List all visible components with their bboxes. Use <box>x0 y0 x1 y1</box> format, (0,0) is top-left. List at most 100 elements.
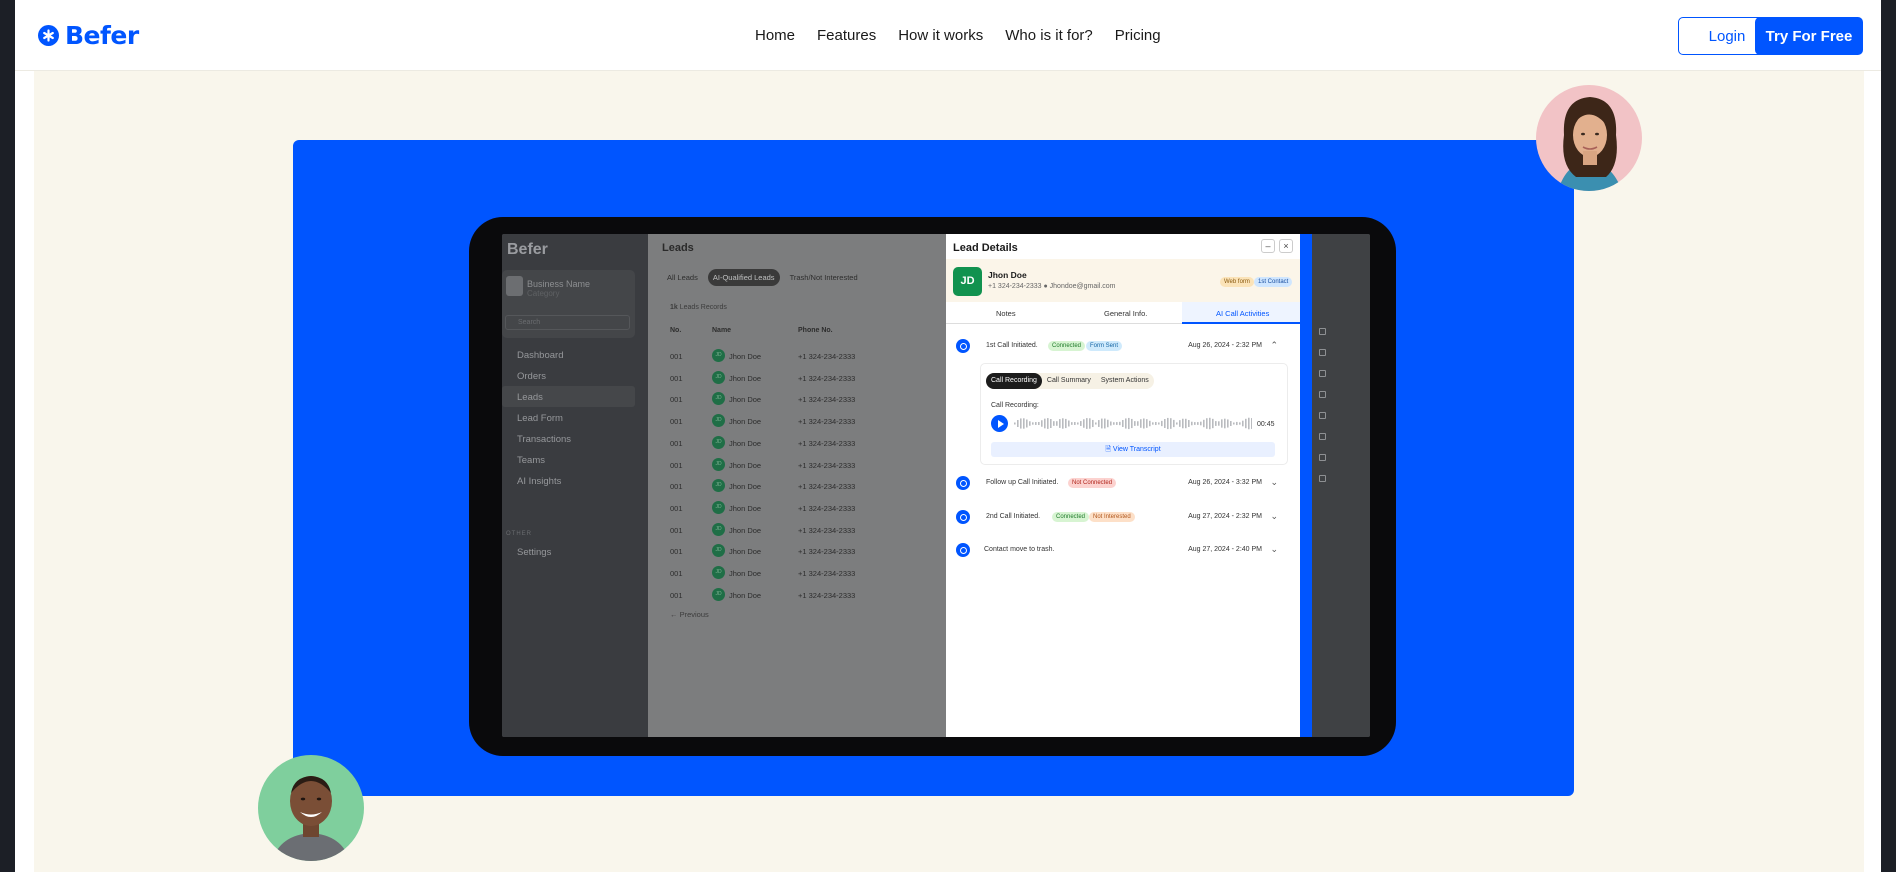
nav-who-is-it-for[interactable]: Who is it for? <box>1005 27 1093 44</box>
waveform-bar <box>1104 418 1106 429</box>
rail-icon[interactable] <box>1319 433 1326 440</box>
nav-features[interactable]: Features <box>817 27 876 44</box>
view-transcript-button[interactable]: 🗎 View Transcript <box>991 442 1275 457</box>
table-row[interactable]: 001 JD Jhon Doe +1 324-234-2333 <box>670 566 950 585</box>
rail-icon[interactable] <box>1319 349 1326 356</box>
table-row[interactable]: 001 JD Jhon Doe +1 324-234-2333 <box>670 435 950 455</box>
row-number: 001 <box>670 395 683 405</box>
row-number: 001 <box>670 417 683 427</box>
waveform-bar <box>1152 422 1154 425</box>
waveform-bar <box>1218 421 1220 426</box>
audio-waveform[interactable] <box>1014 416 1252 431</box>
call-duration: 00:45 <box>1257 421 1275 428</box>
tab-ai-qualified-leads[interactable]: AI-Qualified Leads <box>707 269 780 286</box>
waveform-bar <box>1116 422 1118 425</box>
rail-icon[interactable] <box>1319 454 1326 461</box>
waveform-bar <box>1083 419 1085 428</box>
waveform-bar <box>1041 420 1043 427</box>
leads-count-value: 1k <box>670 304 678 311</box>
table-row[interactable]: 001 JD Jhon Doe +1 324-234-2333 <box>670 392 950 411</box>
table-row[interactable]: 001 JD Jhon Doe +1 324-234-2333 <box>670 522 950 542</box>
waveform-bar <box>1170 418 1172 429</box>
table-row[interactable]: 001 JD Jhon Doe +1 324-234-2333 <box>670 414 950 433</box>
waveform-bar <box>1158 422 1160 425</box>
sidebar-search[interactable]: Search <box>505 315 630 330</box>
row-phone: +1 324-234-2333 <box>798 417 856 427</box>
sidebar-item-teams[interactable]: Teams <box>502 449 635 470</box>
activity-first-call[interactable]: 1st Call Initiated. Connected Form Sent … <box>956 335 1290 359</box>
waveform-bar <box>1062 418 1064 429</box>
table-row[interactable]: 001 JD Jhon Doe +1 324-234-2333 <box>670 479 950 498</box>
waveform-bar <box>1065 418 1067 429</box>
table-row[interactable]: 001 JD Jhon Doe +1 324-234-2333 <box>670 349 950 368</box>
leads-tabs: All Leads AI-Qualified Leads Trash/Not I… <box>662 269 863 286</box>
tab-ai-call-activities[interactable]: AI Call Activities <box>1216 309 1269 318</box>
table-row[interactable]: 001 JD Jhon Doe +1 324-234-2333 <box>670 370 950 390</box>
previous-label: Previous <box>679 610 709 619</box>
activity-title: Contact move to trash. <box>984 546 1055 553</box>
activity-date: Aug 27, 2024 - 2:32 PM <box>1188 513 1262 520</box>
sidebar-item-lead-form[interactable]: Lead Form <box>502 407 635 428</box>
table-row[interactable]: 001 JD Jhon Doe +1 324-234-2333 <box>670 544 950 563</box>
tab-all-leads[interactable]: All Leads <box>662 269 703 286</box>
close-icon[interactable]: × <box>1279 239 1293 253</box>
row-name: Jhon Doe <box>729 503 762 513</box>
sidebar-item-settings[interactable]: Settings <box>502 541 635 562</box>
rail-icon[interactable] <box>1319 412 1326 419</box>
activity-date: Aug 26, 2024 - 3:32 PM <box>1188 479 1262 486</box>
leads-count: 1k Leads Records <box>670 304 727 311</box>
tab-call-summary[interactable]: Call Summary <box>1042 373 1096 389</box>
waveform-bar <box>1080 421 1082 426</box>
waveform-bar <box>1146 419 1148 428</box>
lead-contact: +1 324-234-2333 ● Jhondoe@gmail.com <box>988 283 1116 290</box>
tab-call-recording[interactable]: Call Recording <box>986 373 1042 389</box>
rail-icon[interactable] <box>1319 475 1326 482</box>
tab-trash[interactable]: Trash/Not Interested <box>785 269 863 286</box>
badge-connected: Connected <box>1052 512 1090 522</box>
row-number: 001 <box>670 569 683 578</box>
activity-move-to-trash[interactable]: Contact move to trash. Aug 27, 2024 - 2:… <box>956 539 1290 563</box>
row-number: 001 <box>670 352 683 361</box>
previous-button[interactable]: ← Previous <box>670 610 709 619</box>
sidebar-item-orders[interactable]: Orders <box>502 365 635 386</box>
nav-home[interactable]: Home <box>755 27 795 44</box>
waveform-bar <box>1137 421 1139 426</box>
chevron-up-icon[interactable]: ⌃ <box>1270 340 1278 351</box>
sidebar-item-ai-insights[interactable]: AI Insights <box>502 470 635 491</box>
waveform-bar <box>1173 419 1175 428</box>
nav-pricing[interactable]: Pricing <box>1115 27 1161 44</box>
waveform-bar <box>1119 421 1121 426</box>
tab-general-info[interactable]: General Info. <box>1104 309 1147 318</box>
waveform-bar <box>1161 420 1163 427</box>
app-brand: Befer <box>507 241 548 258</box>
chevron-down-icon[interactable]: ⌄ <box>1270 477 1278 488</box>
rail-icon[interactable] <box>1319 328 1326 335</box>
play-icon[interactable] <box>991 415 1008 432</box>
waveform-bar <box>1179 420 1181 427</box>
row-phone: +1 324-234-2333 <box>798 438 856 448</box>
minimize-icon[interactable]: – <box>1261 239 1275 253</box>
activity-follow-up-call[interactable]: Follow up Call Initiated. Not Connected … <box>956 472 1290 496</box>
sidebar-item-dashboard[interactable]: Dashboard <box>502 344 635 365</box>
row-avatar: JD <box>712 522 725 536</box>
table-row[interactable]: 001 JD Jhon Doe +1 324-234-2333 <box>670 500 950 520</box>
chevron-down-icon[interactable]: ⌄ <box>1270 511 1278 522</box>
table-row[interactable]: 001 JD Jhon Doe +1 324-234-2333 <box>670 587 950 607</box>
tab-system-actions[interactable]: System Actions <box>1096 373 1154 389</box>
activity-second-call[interactable]: 2nd Call Initiated. Connected Not Intere… <box>956 506 1290 530</box>
rail-icon[interactable] <box>1319 370 1326 377</box>
row-number: 001 <box>670 547 683 557</box>
try-for-free-button[interactable]: Try For Free <box>1755 17 1863 55</box>
tab-notes[interactable]: Notes <box>996 309 1016 318</box>
business-card[interactable]: Business Name Category Search <box>502 270 635 338</box>
chevron-down-icon[interactable]: ⌄ <box>1270 544 1278 555</box>
row-avatar: JD <box>712 457 725 471</box>
brand-logo[interactable]: Befer <box>38 21 139 50</box>
table-row[interactable]: 001 JD Jhon Doe +1 324-234-2333 <box>670 457 950 477</box>
nav-how-it-works[interactable]: How it works <box>898 27 983 44</box>
sidebar-item-transactions[interactable]: Transactions <box>502 428 635 449</box>
waveform-bar <box>1200 421 1202 426</box>
row-avatar: JD <box>712 414 725 428</box>
sidebar-item-leads[interactable]: Leads <box>502 386 635 407</box>
rail-icon[interactable] <box>1319 391 1326 398</box>
